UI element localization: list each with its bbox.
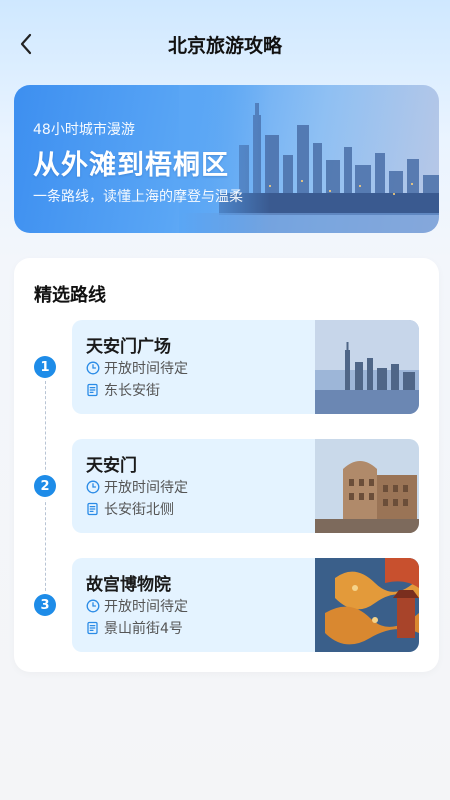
address-icon	[86, 502, 100, 516]
top-bar: 北京旅游攻略	[0, 0, 450, 88]
route-thumbnail-image	[315, 558, 419, 652]
route-address: 景山前街4号	[86, 618, 183, 638]
route-hours: 开放时间待定	[86, 358, 188, 378]
banner-subtitle: 48小时城市漫游	[33, 122, 135, 138]
hero-banner[interactable]: 48小时城市漫游 从外滩到梧桐区 一条路线，读懂上海的摩登与温柔	[14, 85, 439, 233]
banner-title: 从外滩到梧桐区	[33, 150, 229, 181]
clock-icon	[86, 361, 100, 375]
banner-description: 一条路线，读懂上海的摩登与温柔	[33, 189, 243, 205]
route-name: 故宫博物院	[86, 575, 171, 595]
route-address: 长安街北侧	[86, 499, 174, 519]
clock-icon	[86, 480, 100, 494]
featured-routes-card: 精选路线 1 天安门广场 开放时间待定 东长安街 2 天安门 开放时间待定 长安…	[14, 258, 439, 672]
route-hours-text: 开放时间待定	[104, 480, 188, 496]
route-address-text: 景山前街4号	[104, 621, 183, 637]
address-icon	[86, 383, 100, 397]
route-address: 东长安街	[86, 380, 160, 400]
route-item-1[interactable]: 天安门广场 开放时间待定 东长安街	[72, 320, 419, 414]
route-name: 天安门	[86, 456, 137, 476]
address-icon	[86, 621, 100, 635]
route-hours: 开放时间待定	[86, 596, 188, 616]
section-title: 精选路线	[34, 285, 106, 306]
route-name: 天安门广场	[86, 337, 171, 357]
page-title: 北京旅游攻略	[167, 35, 282, 57]
route-number-badge: 2	[34, 475, 56, 497]
route-thumbnail-image	[315, 320, 419, 414]
route-hours: 开放时间待定	[86, 477, 188, 497]
route-hours-text: 开放时间待定	[104, 599, 188, 615]
route-address-text: 长安街北侧	[104, 502, 174, 518]
route-address-text: 东长安街	[104, 383, 160, 399]
route-item-3[interactable]: 故宫博物院 开放时间待定 景山前街4号	[72, 558, 419, 652]
clock-icon	[86, 599, 100, 613]
route-number-badge: 1	[34, 356, 56, 378]
route-number-badge: 3	[34, 594, 56, 616]
route-item-2[interactable]: 天安门 开放时间待定 长安街北侧	[72, 439, 419, 533]
route-thumbnail-image	[315, 439, 419, 533]
route-hours-text: 开放时间待定	[104, 361, 188, 377]
